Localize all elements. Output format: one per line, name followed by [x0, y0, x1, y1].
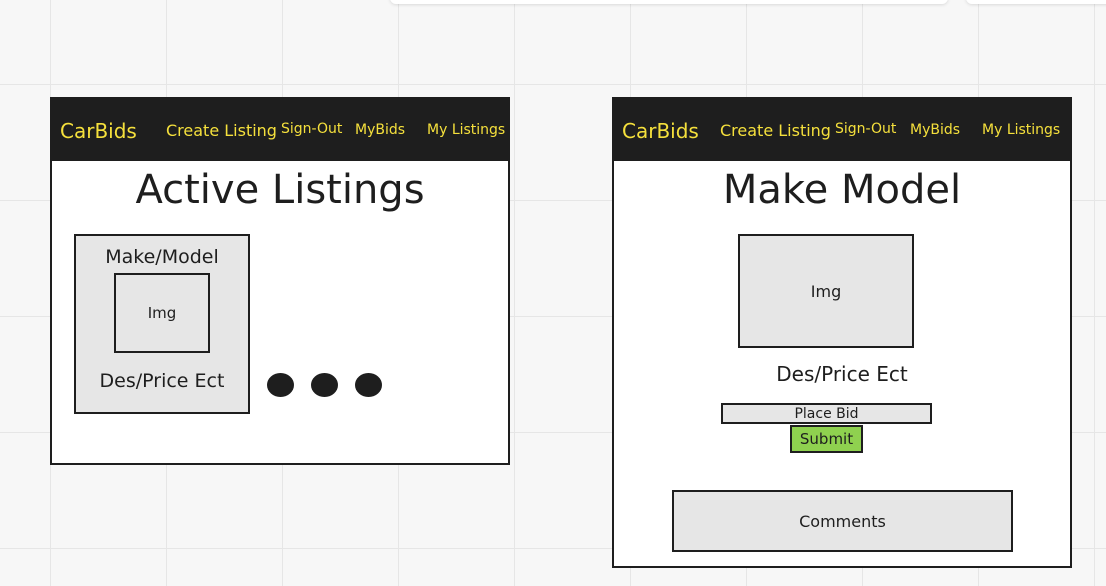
- navbar: CarBids Create Listing Sign-Out MyBids M…: [614, 99, 1070, 161]
- nav-sign-out[interactable]: Sign-Out: [281, 121, 342, 137]
- nav-my-bids[interactable]: MyBids: [355, 122, 405, 138]
- listing-card-image: Img: [114, 273, 210, 353]
- nav-create-listing[interactable]: Create Listing: [720, 121, 831, 140]
- nav-my-listings[interactable]: My Listings: [427, 122, 505, 138]
- listing-detail-wireframe: CarBids Create Listing Sign-Out MyBids M…: [612, 97, 1072, 568]
- nav-sign-out[interactable]: Sign-Out: [835, 121, 896, 137]
- nav-my-listings[interactable]: My Listings: [982, 122, 1060, 138]
- comments-section[interactable]: Comments: [672, 490, 1013, 552]
- submit-bid-button[interactable]: Submit: [790, 425, 863, 453]
- listing-card[interactable]: Make/Model Img Des/Price Ect: [74, 234, 250, 414]
- car-description: Des/Price Ect: [776, 362, 908, 386]
- more-dot-icon: [355, 373, 382, 397]
- brand-logo[interactable]: CarBids: [622, 119, 699, 143]
- nav-create-listing[interactable]: Create Listing: [166, 121, 277, 140]
- listing-card-description: Des/Price Ect: [99, 370, 225, 392]
- canvas-toolbar: [390, 0, 948, 4]
- navbar: CarBids Create Listing Sign-Out MyBids M…: [52, 99, 508, 161]
- place-bid-input[interactable]: [721, 403, 932, 424]
- listings-page-wireframe: CarBids Create Listing Sign-Out MyBids M…: [50, 97, 510, 465]
- more-dot-icon: [311, 373, 338, 397]
- listing-card-title: Make/Model: [105, 246, 219, 268]
- more-dot-icon: [267, 373, 294, 397]
- brand-logo[interactable]: CarBids: [60, 119, 137, 143]
- nav-my-bids[interactable]: MyBids: [910, 122, 960, 138]
- canvas-toolbar-secondary: [966, 0, 1106, 4]
- car-image: Img: [738, 234, 914, 348]
- page-title: Active Listings: [135, 167, 425, 213]
- page-title: Make Model: [722, 167, 962, 213]
